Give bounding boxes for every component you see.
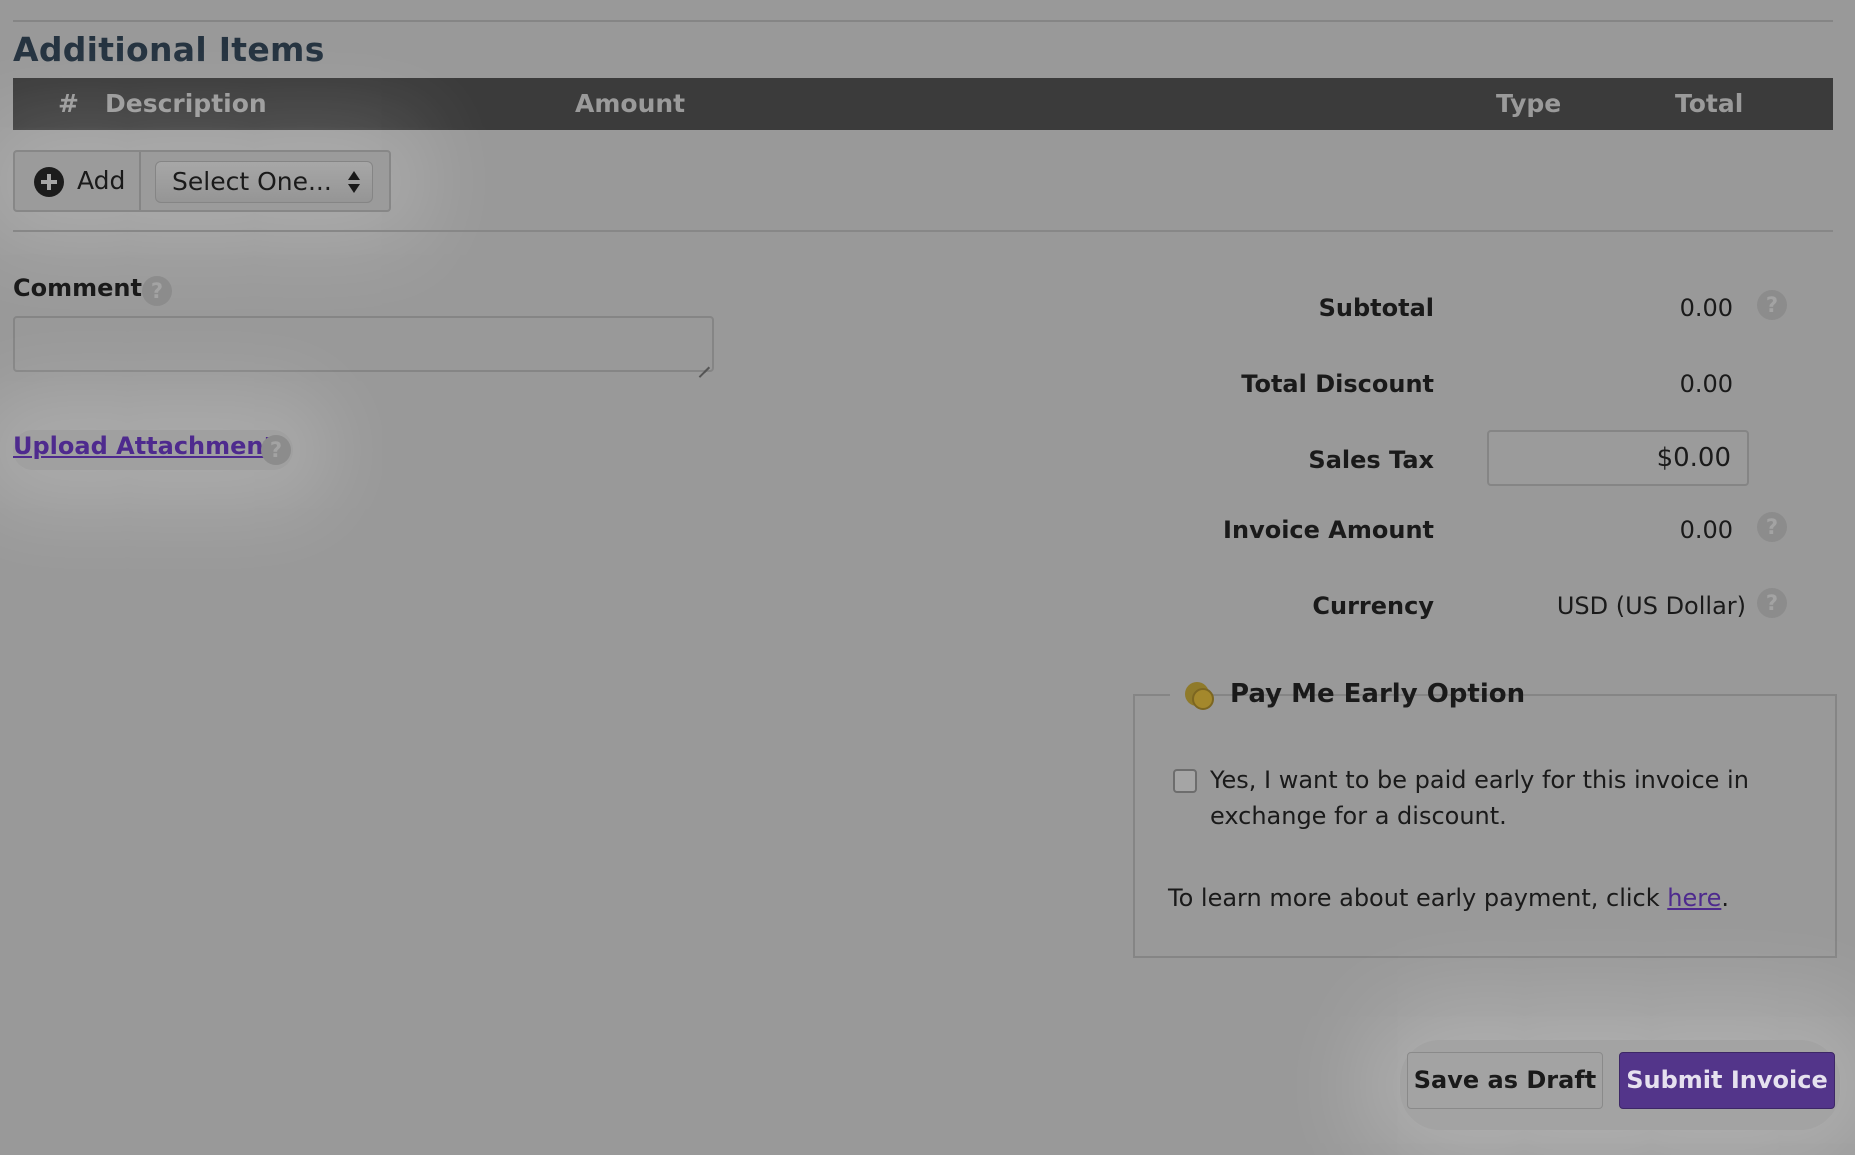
add-item-button[interactable]: Add [15,152,141,210]
select-arrows-icon [348,171,360,193]
pay-early-checkbox-label[interactable]: Yes, I want to be paid early for this in… [1210,762,1770,834]
invoice-amount-label: Invoice Amount [1223,516,1434,544]
sales-tax-value: $0.00 [1656,443,1731,473]
column-header-amount: Amount [575,89,686,118]
sales-tax-input[interactable]: $0.00 [1487,430,1749,486]
section-title: Additional Items [13,30,325,69]
currency-value: USD (US Dollar) [1556,592,1746,620]
column-header-total: Total [1675,89,1744,118]
pay-early-legend: Pay Me Early Option [1170,672,1525,716]
add-item-label: Add [77,166,126,195]
pay-early-title: Pay Me Early Option [1230,679,1526,709]
learn-more-here-link[interactable]: here [1667,884,1721,912]
resize-handle-icon[interactable] [698,356,710,368]
column-header-type: Type [1496,89,1562,118]
currency-help-icon[interactable]: ? [1757,588,1787,618]
pay-early-checkbox[interactable] [1173,769,1197,793]
currency-label: Currency [1312,592,1434,620]
total-discount-label: Total Discount [1241,370,1434,398]
subtotal-help-icon[interactable]: ? [1757,290,1787,320]
comment-textarea[interactable] [13,316,714,372]
sales-tax-label: Sales Tax [1308,446,1434,474]
total-discount-value: 0.00 [1679,370,1733,398]
subtotal-value: 0.00 [1679,294,1733,322]
upload-attachment-link[interactable]: Upload Attachment [13,432,275,460]
coins-icon [1182,680,1216,710]
submit-invoice-button[interactable]: Submit Invoice [1619,1052,1835,1109]
save-as-draft-button[interactable]: Save as Draft [1407,1052,1603,1109]
comment-help-icon[interactable]: ? [142,276,172,306]
comment-label: Comment [13,274,142,302]
items-table-header: # Description Amount Type Total [13,78,1833,130]
column-header-description: Description [105,89,267,118]
item-type-select[interactable]: Select One... [155,161,373,203]
subtotal-label: Subtotal [1318,294,1434,322]
invoice-amount-help-icon[interactable]: ? [1757,512,1787,542]
column-header-number: # [58,89,79,118]
plus-circle-icon [34,167,64,197]
invoice-amount-value: 0.00 [1679,516,1733,544]
learn-more-text: To learn more about early payment, click… [1168,884,1729,912]
top-divider [13,20,1833,22]
upload-help-icon[interactable]: ? [261,435,291,465]
learn-more-suffix: . [1721,884,1729,912]
add-item-group: Add Select One... [13,150,391,212]
learn-more-prefix: To learn more about early payment, click [1168,884,1668,912]
item-type-select-value: Select One... [172,167,332,196]
section-divider [13,230,1833,232]
